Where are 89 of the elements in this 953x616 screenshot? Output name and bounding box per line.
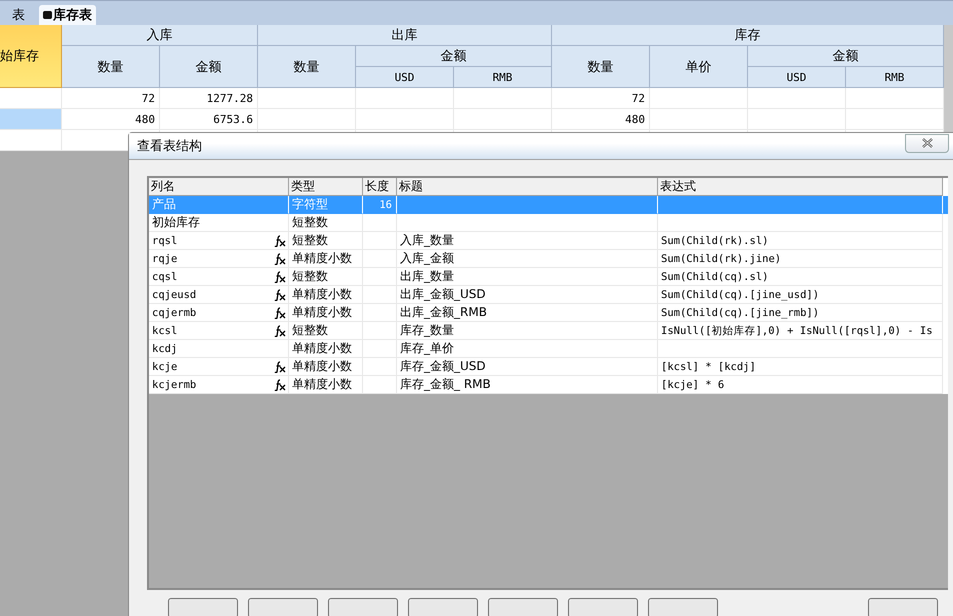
- table-cell: 入库_金额: [400, 250, 454, 267]
- dialog-button[interactable]: [328, 598, 398, 616]
- column-header: RMB: [846, 67, 944, 88]
- column-header: 长度: [363, 178, 397, 196]
- table-cell: cqjermb: [152, 306, 196, 318]
- column-header: 数量: [552, 46, 650, 88]
- table-cell: Sum(Child(cq).[jine_rmb]): [661, 306, 820, 318]
- table-row[interactable]: kcsl 短整数 库存_数量 IsNull([初始库存],0) + IsNull([rqsl],0) - Is: [149, 322, 948, 340]
- table-row[interactable]: rqsl 短整数 入库_数量 Sum(Child(rk).sl): [149, 232, 948, 250]
- dialog-button[interactable]: [248, 598, 318, 616]
- table-cell: 库存_金额_USD: [400, 358, 486, 375]
- table-row[interactable]: 初始库存 短整数: [149, 214, 948, 232]
- column-header: RMB: [454, 67, 552, 88]
- table-cell: 16: [379, 198, 392, 210]
- table-cell: [kcsl] * [kcdj]: [661, 360, 756, 372]
- column-group-header: 入库: [62, 25, 258, 46]
- table-cell: 初始库存: [152, 214, 200, 231]
- table-cell: 1277.28: [160, 88, 258, 109]
- table-cell: 出库_金额_RMB: [400, 304, 487, 321]
- column-group-header: 出库: [258, 25, 552, 46]
- table-cell: cqsl: [152, 270, 178, 282]
- column-group-header: 金额: [356, 46, 552, 67]
- close-button[interactable]: [905, 134, 949, 152]
- table-cell: 短整数: [292, 232, 328, 249]
- table-cell: Sum(Child(rk).jine): [661, 252, 782, 264]
- table-cell: rqje: [152, 252, 178, 264]
- table-cell: 6753.6: [160, 109, 258, 130]
- table-cell: 出库_数量: [400, 268, 454, 285]
- column-group-header: 库存: [552, 25, 944, 46]
- table-cell: 72: [62, 88, 160, 109]
- table-cell: Sum(Child(rk).sl): [661, 234, 768, 246]
- table-cell: kcdj: [152, 342, 178, 354]
- column-header: 数量: [62, 46, 160, 88]
- table-row[interactable]: rqje 单精度小数 入库_金额 Sum(Child(rk).jine): [149, 250, 948, 268]
- table-cell: 库存_单价: [400, 340, 454, 357]
- table-cell: 72: [552, 88, 650, 109]
- table-cell: Sum(Child(cq).sl): [661, 270, 768, 282]
- table-cell: 单精度小数: [292, 358, 352, 375]
- table-cell: 短整数: [292, 322, 328, 339]
- column-header: 标题: [397, 178, 658, 196]
- column-header: 金额: [160, 46, 258, 88]
- table-cell: 短整数: [292, 268, 328, 285]
- table-cell: rqsl: [152, 234, 178, 246]
- table-row[interactable]: cqjeusd 单精度小数 出库_金额_USD Sum(Child(cq).[jine_usd]): [149, 286, 948, 304]
- table-cell: 库存_数量: [400, 322, 454, 339]
- tab[interactable]: 库存表: [39, 5, 96, 25]
- table-cell: IsNull([初始库存],0) + IsNull([rqsl],0) - Is: [661, 324, 933, 338]
- table-cell: 短整数: [292, 214, 328, 231]
- dialog-button[interactable]: [168, 598, 238, 616]
- table-cell: 库存_金额_ RMB: [400, 376, 491, 393]
- table-cell: kcjermb: [152, 378, 196, 390]
- column-header: USD: [356, 67, 454, 88]
- table-cell: 单精度小数: [292, 340, 352, 357]
- table-cell: [kcje] * 6: [661, 378, 724, 390]
- table-row[interactable]: kcjermb 单精度小数 库存_金额_ RMB [kcje] * 6: [149, 376, 948, 394]
- dialog-button[interactable]: [488, 598, 558, 616]
- table-row[interactable]: cqjermb 单精度小数 出库_金额_RMB Sum(Child(cq).[jine_rmb]): [149, 304, 948, 322]
- column-header: 始库存: [0, 25, 62, 88]
- table-cell: 产品: [152, 196, 176, 213]
- column-header: 列名: [149, 178, 289, 196]
- table-cell: 入库_数量: [400, 232, 454, 249]
- table-cell: 480: [552, 109, 650, 130]
- dialog-button[interactable]: [568, 598, 638, 616]
- table-cell: 单精度小数: [292, 304, 352, 321]
- column-header: 数量: [258, 46, 356, 88]
- table-cell: 单精度小数: [292, 286, 352, 303]
- column-header: USD: [748, 67, 846, 88]
- table-cell: 出库_金额_USD: [400, 286, 486, 303]
- table-cell: 480: [62, 109, 160, 130]
- table-row[interactable]: kcje 单精度小数 库存_金额_USD [kcsl] * [kcdj]: [149, 358, 948, 376]
- table-row[interactable]: cqsl 短整数 出库_数量 Sum(Child(cq).sl): [149, 268, 948, 286]
- table-cell: 单精度小数: [292, 250, 352, 267]
- close-icon: [922, 138, 932, 148]
- column-header: 单价: [650, 46, 748, 88]
- table-cell: kcsl: [152, 324, 178, 336]
- table-cell: kcje: [152, 360, 178, 372]
- column-header: 表达式: [658, 178, 943, 196]
- dialog-button[interactable]: [648, 598, 718, 616]
- table-cell: Sum(Child(cq).[jine_usd]): [661, 288, 820, 300]
- table-cell: cqjeusd: [152, 288, 196, 300]
- dialog-button[interactable]: [408, 598, 478, 616]
- table-row[interactable]: kcdj 单精度小数 库存_单价: [149, 340, 948, 358]
- window-title: 查看表结构: [137, 138, 202, 155]
- dialog-button[interactable]: [868, 598, 938, 616]
- column-group-header: 金额: [748, 46, 944, 67]
- tab[interactable]: 表: [8, 5, 29, 25]
- column-header: 类型: [289, 178, 363, 196]
- table-cell: 单精度小数: [292, 376, 352, 393]
- table-cell: 字符型: [292, 196, 328, 213]
